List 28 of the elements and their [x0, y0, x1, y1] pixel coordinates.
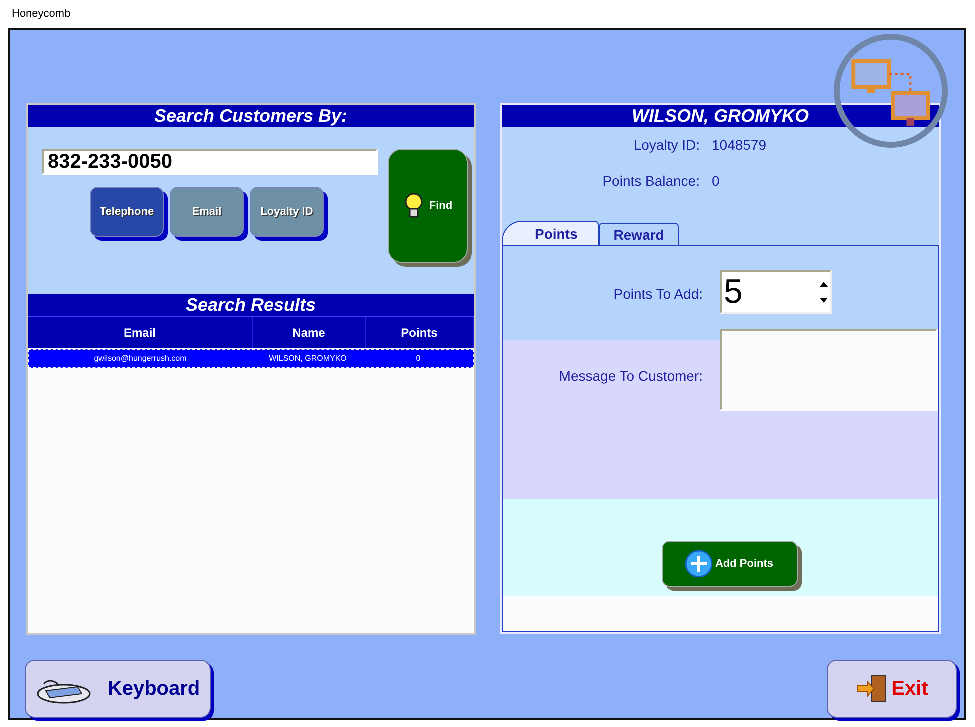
panel-header: Search Results: [28, 294, 474, 316]
customer-name: WILSON, GROMYKO: [502, 105, 939, 127]
table-cell-text: gwilson@hungerrush.com: [93, 353, 188, 365]
field-value: 0: [712, 173, 720, 189]
search-field[interactable]: 832-233-0050: [42, 149, 378, 175]
lightbulb-icon: [403, 192, 426, 220]
field-label: Loyalty ID:: [632, 137, 700, 153]
keyboard-button[interactable]: Keyboard: [25, 660, 211, 718]
down-arrow-icon[interactable]: [820, 298, 828, 302]
up-arrow-icon[interactable]: [820, 282, 828, 286]
field-label: Message To Customer:: [558, 368, 703, 384]
panel-header: Search Customers By:: [28, 105, 474, 127]
tab[interactable]: Points: [502, 221, 599, 245]
message-field[interactable]: [720, 329, 938, 411]
field-label: Points To Add:: [612, 286, 703, 302]
plus-icon: [685, 550, 714, 578]
tab[interactable]: Reward: [598, 223, 680, 245]
network-monitors-icon: [832, 32, 950, 150]
table-cell-text: 0: [415, 353, 422, 365]
points-spin-field[interactable]: 5: [720, 270, 832, 314]
field-value: 1048579: [712, 137, 767, 153]
column-header: Email: [28, 317, 253, 348]
table-cell-text: WILSON, GROMYKO: [268, 353, 348, 365]
window-title: Honeycomb: [12, 8, 71, 20]
field-label: Points Balance:: [602, 173, 700, 189]
column-header: Points: [366, 317, 474, 348]
result-row[interactable]: gwilson@hungerrush.com WILSON, GROMYKO 0: [28, 349, 474, 368]
column-header: Name: [253, 317, 366, 348]
